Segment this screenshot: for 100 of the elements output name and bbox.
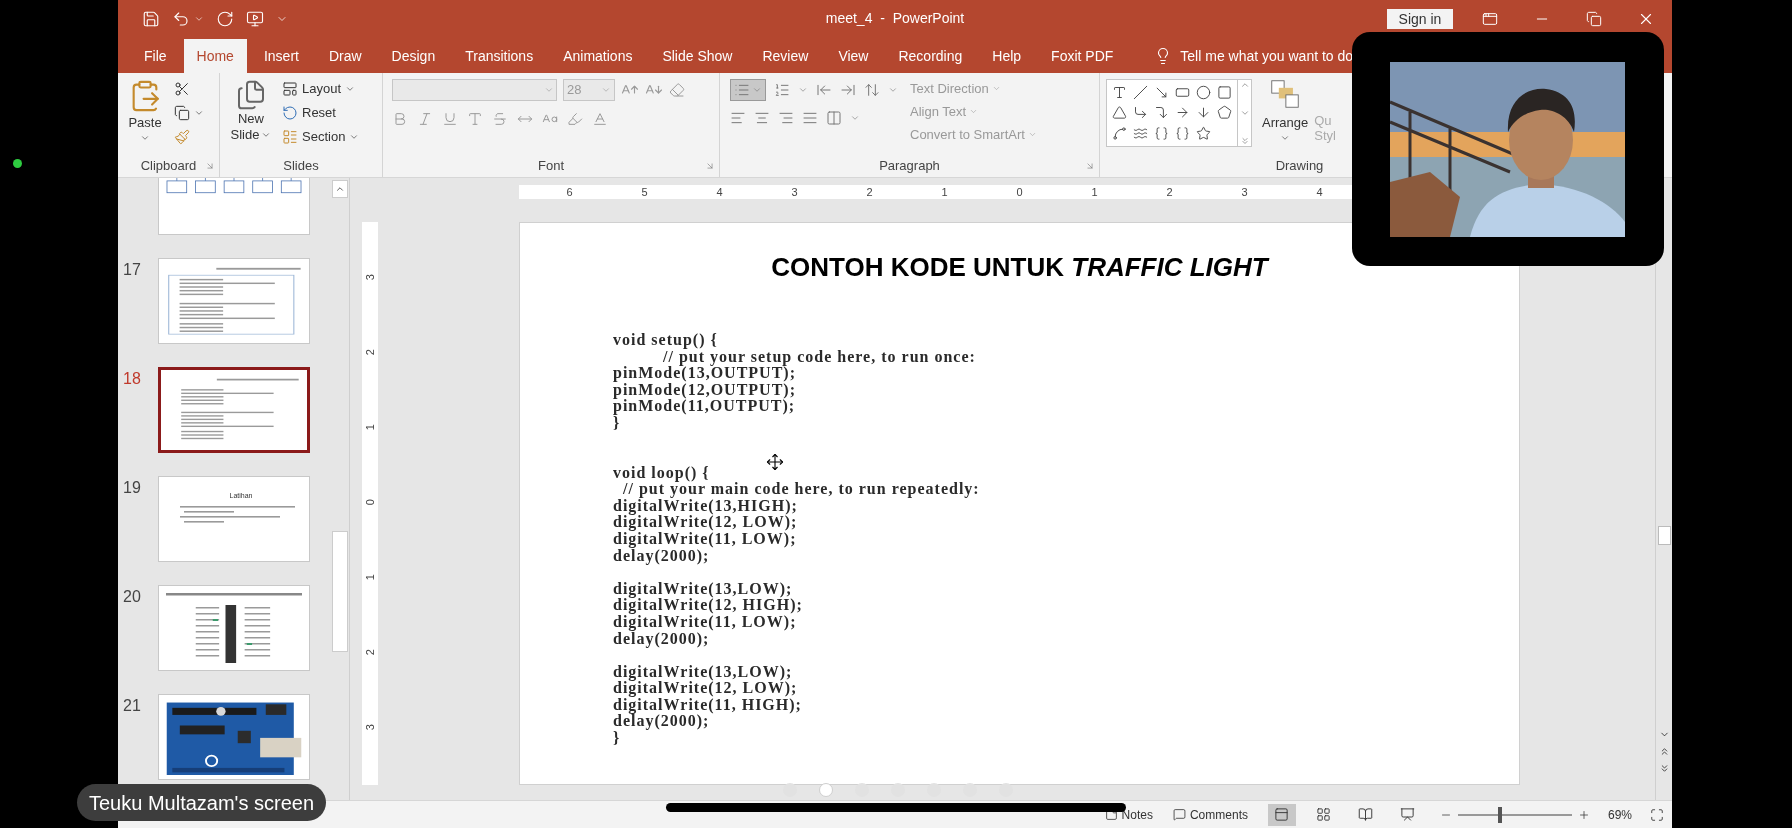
ribbon-tab[interactable]: Recording (885, 39, 976, 73)
new-slide-button[interactable]: New Slide (226, 79, 276, 143)
dialog-launcher-icon[interactable] (1085, 161, 1095, 171)
right-arrow-icon[interactable] (1175, 105, 1190, 121)
caret-icon[interactable] (349, 132, 360, 142)
caret-icon[interactable] (261, 130, 272, 140)
arrange-button[interactable]: Arrange (1262, 79, 1309, 143)
caret-icon[interactable] (601, 85, 611, 95)
zoom-level[interactable]: 69% (1607, 805, 1632, 824)
caret-icon[interactable] (752, 85, 762, 95)
font-color-icon[interactable] (592, 111, 608, 127)
ribbon-tab[interactable]: Home (183, 39, 247, 73)
ribbon-tab[interactable]: Insert (250, 39, 312, 73)
fit-to-window-icon[interactable] (1650, 807, 1664, 822)
sign-in-button[interactable]: Sign in (1387, 8, 1453, 29)
scroll-up-button[interactable] (331, 180, 348, 198)
zoom-slider-thumb[interactable] (1498, 806, 1503, 823)
gallery-down-icon[interactable] (1239, 108, 1250, 118)
save-icon[interactable] (142, 9, 160, 28)
bullets-button[interactable] (730, 79, 766, 101)
textbox-icon[interactable] (1112, 84, 1127, 100)
align-center-icon[interactable] (754, 110, 770, 126)
star-icon[interactable] (1196, 126, 1211, 142)
caret-icon[interactable] (345, 84, 356, 94)
elbow-connector-icon[interactable] (1133, 105, 1148, 121)
section-button[interactable]: Section (282, 127, 360, 147)
triangle-icon[interactable] (1112, 105, 1127, 121)
chevron-up-icon[interactable] (334, 184, 345, 194)
ribbon-display-icon[interactable] (1482, 10, 1498, 27)
numbering-icon[interactable] (774, 82, 790, 98)
elbow-arrow-icon[interactable] (1154, 105, 1169, 121)
format-painter-icon[interactable] (174, 129, 190, 145)
justify-icon[interactable] (802, 110, 818, 126)
dialog-launcher-icon[interactable] (705, 161, 715, 171)
brace-icon[interactable] (1154, 126, 1169, 142)
caret-icon[interactable] (544, 85, 554, 95)
undo-icon[interactable] (172, 9, 190, 28)
bullets-icon[interactable] (734, 82, 750, 98)
line-icon[interactable] (1133, 84, 1148, 100)
caret-icon[interactable] (969, 107, 979, 116)
scrollbar-thumb[interactable] (331, 531, 348, 652)
caret-icon[interactable] (1027, 130, 1037, 139)
gallery-more-icon[interactable] (1239, 136, 1250, 146)
shapes-gallery[interactable] (1106, 79, 1238, 147)
align-left-icon[interactable] (730, 110, 746, 126)
cut-icon[interactable] (174, 81, 190, 97)
italic-icon[interactable] (417, 111, 433, 127)
ribbon-tab[interactable]: Draw (315, 39, 375, 73)
clear-formatting-icon[interactable] (669, 82, 685, 98)
comment-icon[interactable] (1172, 808, 1186, 821)
ribbon-tab[interactable]: Animations (550, 39, 646, 73)
increase-indent-icon[interactable] (840, 82, 856, 98)
align-right-icon[interactable] (778, 110, 794, 126)
slide-thumbnail[interactable] (158, 367, 310, 453)
down-arrow-icon[interactable] (1196, 105, 1211, 121)
reset-icon[interactable] (282, 105, 298, 121)
scrollbar-thumb[interactable] (1657, 526, 1671, 545)
paste-button[interactable]: Paste (124, 79, 166, 143)
caret-icon[interactable] (194, 108, 204, 118)
presentation-icon[interactable] (246, 9, 264, 28)
freeform-icon[interactable] (1112, 126, 1127, 142)
ribbon-tab[interactable]: Slide Show (649, 39, 746, 73)
ribbon-tab[interactable]: Transitions (452, 39, 547, 73)
ribbon-tab[interactable]: Design (378, 39, 449, 73)
text-shadow-icon[interactable] (467, 111, 483, 127)
pentagon-icon[interactable] (1217, 105, 1232, 121)
layout-icon[interactable] (282, 81, 298, 97)
new-slide-icon[interactable] (235, 79, 267, 111)
notes-button[interactable]: Notes (1104, 805, 1153, 824)
section-icon[interactable] (282, 129, 298, 145)
decrease-indent-icon[interactable] (816, 82, 832, 98)
comments-button[interactable]: Comments (1172, 805, 1248, 824)
underline-icon[interactable] (442, 111, 458, 127)
brace-icon[interactable] (1175, 126, 1190, 142)
zoom-in-icon[interactable] (1577, 808, 1590, 821)
gallery-up-icon[interactable] (1239, 80, 1250, 90)
copy-icon[interactable] (174, 105, 190, 121)
highlighter-icon[interactable] (567, 111, 583, 127)
tell-me-field[interactable]: Tell me what you want to do (1180, 45, 1354, 67)
rounded-rectangle-icon[interactable] (1217, 84, 1232, 100)
columns-icon[interactable] (826, 110, 842, 126)
view-button[interactable] (1267, 803, 1296, 826)
ribbon-tab[interactable]: Help (979, 39, 1035, 73)
ribbon-tab[interactable]: Review (749, 39, 822, 73)
bold-icon[interactable] (392, 111, 408, 127)
ribbon-tab[interactable]: Foxit PDF (1038, 39, 1127, 73)
dialog-launcher-icon[interactable] (205, 161, 215, 171)
caret-icon[interactable] (798, 85, 808, 95)
caret-icon[interactable] (888, 85, 898, 95)
oval-icon[interactable] (1196, 84, 1211, 100)
redo-icon[interactable] (216, 9, 234, 28)
strikethrough-icon[interactable] (492, 111, 508, 127)
reset-button[interactable]: Reset (282, 103, 360, 123)
line-spacing-icon[interactable] (864, 82, 880, 98)
ribbon-tab[interactable]: View (825, 39, 882, 73)
restore-icon[interactable] (1586, 10, 1602, 27)
layout-button[interactable]: Layout (282, 79, 360, 99)
ribbon-tab[interactable]: File (131, 39, 180, 73)
font-name-field[interactable] (392, 79, 557, 101)
caret-icon[interactable] (991, 84, 1001, 93)
